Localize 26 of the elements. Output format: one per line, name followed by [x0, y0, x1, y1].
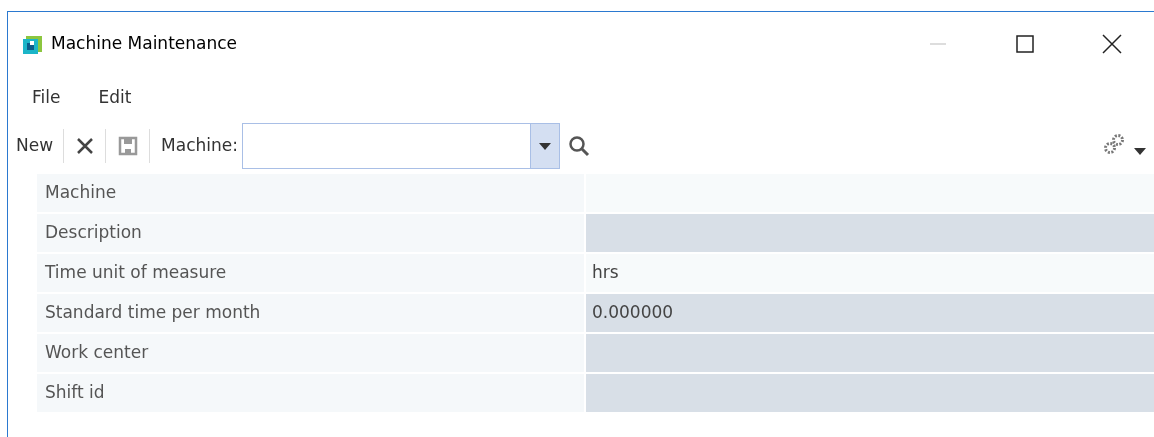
- machine-dropdown[interactable]: [242, 123, 560, 169]
- close-icon[interactable]: [1102, 34, 1122, 54]
- field-label: Standard time per month: [37, 294, 586, 332]
- machine-label: Machine:: [161, 134, 238, 158]
- menu-item[interactable]: Edit: [98, 85, 132, 111]
- app-icon: [22, 33, 44, 55]
- caret-icon: [539, 142, 551, 150]
- field-label: Time unit of measure: [37, 254, 586, 292]
- field-value[interactable]: [586, 334, 1154, 372]
- new-button[interactable]: New: [16, 133, 54, 159]
- field-label: Description: [37, 214, 586, 252]
- field-label: Work center: [37, 334, 586, 372]
- field-label: Machine: [37, 174, 586, 212]
- menu-item[interactable]: File: [32, 85, 61, 111]
- field-value[interactable]: hrs: [586, 254, 1154, 292]
- field-value[interactable]: [586, 214, 1154, 252]
- window-title: Machine Maintenance: [51, 32, 238, 56]
- search-icon[interactable]: [568, 135, 590, 157]
- field-value[interactable]: [586, 374, 1154, 412]
- delete-icon[interactable]: [76, 137, 95, 155]
- save-icon[interactable]: [118, 136, 139, 156]
- field-value[interactable]: 0.000000: [586, 294, 1154, 332]
- caret-icon[interactable]: [1134, 147, 1146, 155]
- gears-icon[interactable]: [1104, 133, 1124, 155]
- maximize-icon[interactable]: [1016, 35, 1034, 53]
- field-label: Shift id: [37, 374, 586, 412]
